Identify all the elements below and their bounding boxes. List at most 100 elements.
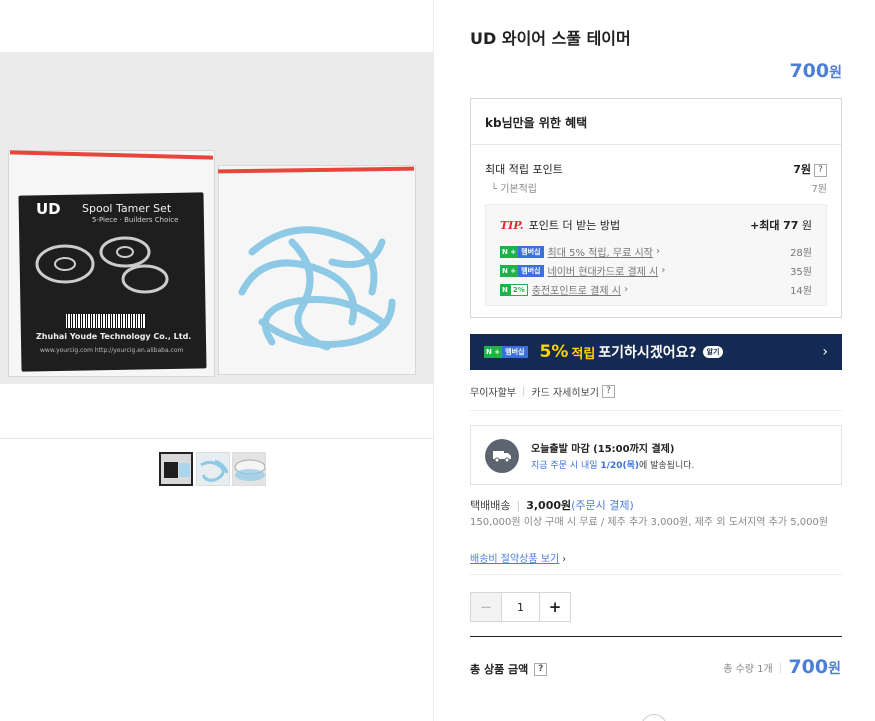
npay-n-icon: N + — [500, 264, 519, 277]
installment-link[interactable]: 무이자할부 — [470, 384, 516, 399]
blue-rings — [238, 226, 396, 351]
truck-icon — [493, 451, 511, 462]
tip-item[interactable]: N 2% 충전포인트로 결제 시 › 14원 — [500, 282, 812, 297]
badge-text: 멤버십 — [502, 346, 528, 358]
help-icon[interactable]: ? — [601, 385, 615, 398]
thumbnail-1[interactable] — [159, 452, 193, 486]
decrease-quantity-button[interactable]: − — [471, 593, 502, 621]
package-url: www.yourcig.com http://yourcig.en.alibab… — [40, 347, 184, 354]
package-maker: Zhuhai Youde Technology Co., Ltd. — [36, 332, 192, 341]
total-divider — [470, 636, 842, 637]
today-shipping-box: 오늘출발 마감 (15:00까지 결제) 지금 주문 시 내일 1/20(목)에… — [470, 425, 842, 485]
price-unit: 원 — [829, 65, 842, 81]
barcode — [66, 314, 146, 328]
quantity-stepper: − 1 + — [470, 592, 571, 622]
chevron-right-icon: › — [562, 554, 567, 565]
spool-illustration — [35, 236, 169, 294]
basic-points-value: 7원 — [811, 184, 827, 195]
max-points-row: 최대 적립 포인트 7원? — [485, 161, 827, 177]
total-amount-value: 700 — [788, 656, 829, 678]
total-summary: 총 수량 1개 | 700원 — [723, 656, 841, 678]
npay-membership-badge: N + 멤버십 — [500, 264, 544, 277]
tip-header: TIP. 포인트 더 받는 방법 +최대 77 원 — [500, 217, 812, 233]
product-price: 700원 — [789, 60, 842, 82]
tip-item[interactable]: N + 멤버십 네이버 현대카드로 결제 시 › 35원 — [500, 263, 812, 278]
tip-item-left: N + 멤버십 네이버 현대카드로 결제 시 › — [500, 263, 665, 278]
npay-n-icon: N — [500, 283, 510, 296]
tip-box: TIP. 포인트 더 받는 방법 +최대 77 원 N + 멤버십 최대 5% 적립… — [485, 204, 827, 306]
npay-n-icon: N + — [484, 346, 503, 358]
membership-banner[interactable]: N + 멤버십 5% 적립 포기하시겠어요? 알기 › — [470, 334, 842, 370]
divider — [470, 410, 842, 411]
total-amount: 700원 — [788, 656, 841, 678]
banner-reward: 적립 — [571, 346, 596, 362]
thumbnail-3[interactable] — [232, 452, 266, 486]
thumbnail-2[interactable] — [196, 452, 230, 486]
product-gallery: UD Spool Tamer Set 5-Piece · Builders Ch… — [0, 0, 433, 721]
shipping-arrival-suffix: 에 발송됩니다. — [639, 461, 695, 471]
tip-item-left: N + 멤버십 최대 5% 적립, 무료 시작 › — [500, 244, 660, 259]
card-detail-link[interactable]: 카드 자세히보기 — [531, 384, 599, 399]
tip-item-left: N 2% 충전포인트로 결제 시 › — [500, 282, 628, 297]
tip-total-unit: 원 — [801, 219, 812, 232]
chevron-right-icon: › — [620, 284, 629, 295]
tip-item-link[interactable]: 네이버 현대카드로 결제 시 — [548, 263, 659, 278]
max-points-label: 최대 적립 포인트 — [485, 163, 563, 176]
banner-question: 포기하시겠어요? — [598, 345, 697, 361]
shipping-arrival-date: 1/20(목) — [600, 461, 640, 471]
tip-item-link[interactable]: 충전포인트로 결제 시 — [532, 282, 621, 297]
separator: | — [516, 498, 521, 512]
tip-total: +최대 77 원 — [750, 217, 812, 233]
tip-item-value: 28원 — [790, 248, 812, 259]
product-info-panel: UD 와이어 스풀 테이머 700원 kb님만을 위한 혜택 최대 적립 포인트… — [433, 0, 875, 721]
total-label-text: 총 상품 금액 — [470, 663, 529, 676]
shipping-fee: 택배배송 | 3,000원 (주문시 결제) — [470, 497, 634, 513]
badge-text: 2% — [509, 283, 528, 296]
shipping-fee-description: 150,000원 이상 구매 시 무료 / 제주 추가 3,000원, 제주 외… — [470, 517, 829, 528]
separator: | — [778, 660, 783, 674]
tip-item-value: 14원 — [790, 286, 812, 297]
indent-icon: └ — [491, 184, 501, 195]
total-amount-unit: 원 — [828, 661, 841, 677]
tip-item-link[interactable]: 최대 5% 적립, 무료 시작 — [548, 244, 653, 259]
separator: | — [522, 386, 526, 397]
scroll-indicator[interactable] — [641, 714, 667, 721]
total-count: 총 수량 1개 — [723, 663, 773, 675]
package-subtitle: 5-Piece · Builders Choice — [92, 216, 179, 224]
badge-text: 멤버십 — [518, 264, 544, 277]
help-icon[interactable]: ? — [814, 163, 827, 177]
main-product-image[interactable]: UD Spool Tamer Set 5-Piece · Builders Ch… — [0, 52, 433, 384]
npay-membership-badge: N + 멤버십 — [500, 245, 544, 258]
chevron-right-icon: › — [652, 246, 661, 257]
divider — [470, 574, 842, 575]
chevron-right-icon: › — [822, 344, 828, 360]
thumbnail-2-image — [200, 459, 229, 482]
card-links: 무이자할부 | 카드 자세히보기 ? — [470, 384, 615, 399]
banner-pill: 알기 — [702, 346, 724, 358]
shipping-fee-amount: 3,000원 — [526, 499, 572, 512]
tip-label: TIP. — [500, 219, 524, 232]
npay-n-icon: N + — [500, 245, 519, 258]
save-shipping-link[interactable]: 배송비 절약상품 보기 › — [470, 550, 566, 565]
quantity-value[interactable]: 1 — [502, 593, 539, 621]
max-points-value: 7원 — [793, 163, 811, 176]
package-title: Spool Tamer Set — [82, 202, 172, 215]
shipping-deadline: 오늘출발 마감 (15:00까지 결제) — [531, 444, 675, 455]
shipping-fee-condition: (주문시 결제) — [571, 499, 634, 512]
benefit-heading: kb님만을 위한 혜택 — [471, 99, 841, 145]
npay-charge-badge: N 2% — [500, 283, 528, 296]
npay-membership-badge: N + 멤버십 — [484, 346, 528, 358]
basic-points-label: └ 기본적립 — [485, 180, 537, 195]
thumbnail-1-image — [164, 462, 190, 478]
shipping-fee-label: 택배배송 — [470, 499, 511, 512]
thumbnail-3-image — [234, 459, 265, 481]
save-shipping-link-text[interactable]: 배송비 절약상품 보기 — [470, 554, 559, 565]
increase-quantity-button[interactable]: + — [539, 593, 570, 621]
total-label: 총 상품 금액 ? — [470, 661, 548, 677]
basic-points-row: └ 기본적립 7원 — [485, 180, 827, 195]
tip-title-wrap: TIP. 포인트 더 받는 방법 — [500, 217, 620, 233]
price-value: 700 — [789, 60, 830, 82]
tip-item[interactable]: N + 멤버십 최대 5% 적립, 무료 시작 › 28원 — [500, 244, 812, 259]
help-icon[interactable]: ? — [534, 662, 548, 676]
badge-text: 멤버십 — [518, 245, 544, 258]
